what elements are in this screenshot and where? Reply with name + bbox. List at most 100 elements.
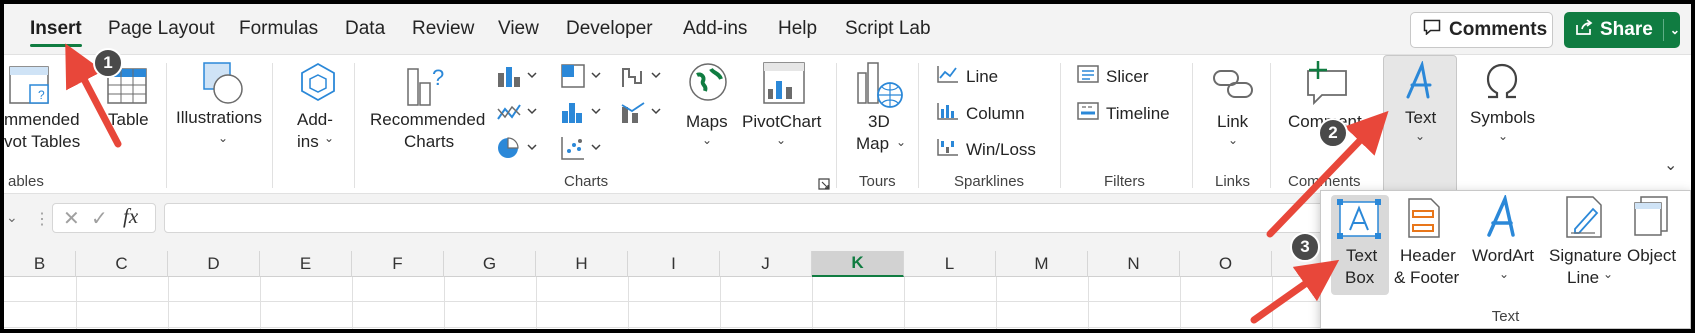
tab-script-lab[interactable]: Script Lab <box>845 18 931 40</box>
timeline-button[interactable]: Timeline <box>1076 101 1170 126</box>
recommended-charts-icon[interactable]: ? <box>404 61 452 114</box>
pivotchart-label: PivotChart <box>742 112 822 131</box>
sparkline-line-button[interactable]: Line <box>936 64 998 89</box>
dialog-launcher-icon[interactable] <box>818 177 830 195</box>
header-footer-label-1: Header <box>1400 246 1456 265</box>
sparkline-column-button[interactable]: Column <box>936 101 1025 126</box>
link-icon[interactable] <box>1212 67 1256 106</box>
column-header[interactable]: L <box>904 251 996 277</box>
statistic-chart-icon[interactable] <box>560 99 604 130</box>
comments-group-label: Comments <box>1288 173 1361 190</box>
chevron-down-icon[interactable]: ⌄ <box>1670 23 1680 37</box>
col-line <box>260 277 261 329</box>
waterfall-chart-icon[interactable] <box>620 63 664 94</box>
col-line <box>996 277 997 329</box>
column-header[interactable]: J <box>720 251 812 277</box>
pivotchart-icon[interactable] <box>762 61 808 112</box>
column-header[interactable]: C <box>76 251 168 277</box>
illustrations-label: Illustrations <box>176 108 262 127</box>
share-divider <box>1662 19 1664 41</box>
tab-page-layout[interactable]: Page Layout <box>108 18 215 40</box>
chevron-down-icon[interactable]: ⌄ <box>324 131 334 145</box>
column-header[interactable]: G <box>444 251 536 277</box>
text-group-label: Text <box>1491 308 1520 325</box>
header-footer-label-2: & Footer <box>1394 268 1460 287</box>
slicer-button[interactable]: Slicer <box>1076 64 1149 89</box>
add-ins-label-1: Add- <box>297 110 333 129</box>
group-divider <box>354 63 355 188</box>
column-header-selected[interactable]: K <box>812 251 904 277</box>
recommended-pivottables-label-1: mmended <box>4 110 80 129</box>
signature-line-icon[interactable] <box>1565 195 1605 244</box>
column-header[interactable]: F <box>352 251 444 277</box>
column-header[interactable]: I <box>628 251 720 277</box>
column-header[interactable]: D <box>168 251 260 277</box>
collapse-ribbon-icon[interactable]: ⌄ <box>1664 155 1677 175</box>
maps-icon[interactable] <box>687 61 729 108</box>
new-comment-icon[interactable] <box>1304 59 1352 112</box>
header-footer-icon[interactable] <box>1407 197 1441 244</box>
3d-map-label-1: 3D <box>868 112 890 131</box>
tab-add-ins[interactable]: Add-ins <box>683 18 747 40</box>
wordart-label: WordArt <box>1472 246 1535 265</box>
wordart-icon[interactable] <box>1483 193 1523 244</box>
formula-buttons: ✕ ✓ fx <box>52 203 156 233</box>
column-header[interactable]: E <box>260 251 352 277</box>
active-tab-indicator <box>30 44 82 47</box>
column-header[interactable]: M <box>996 251 1088 277</box>
sparkline-winloss-button[interactable]: Win/Loss <box>936 137 1036 162</box>
combo-chart-icon[interactable] <box>620 99 664 130</box>
ribbon: ? mmended vot Tables Table ables Illustr… <box>4 54 1691 194</box>
col-line <box>352 277 353 329</box>
tab-data[interactable]: Data <box>345 18 385 40</box>
chevron-down-icon[interactable]: ⌄ <box>218 131 228 145</box>
share-button[interactable]: Share ⌄ <box>1564 12 1680 48</box>
column-chart-icon[interactable] <box>496 63 540 94</box>
hierarchy-chart-icon[interactable] <box>560 63 604 94</box>
tab-insert[interactable]: Insert <box>30 18 82 40</box>
object-icon[interactable] <box>1633 195 1671 242</box>
sparkline-winloss-label: Win/Loss <box>966 139 1036 159</box>
scatter-chart-icon[interactable] <box>560 135 604 166</box>
signature-line-label-1: Signature <box>1549 246 1622 265</box>
chevron-down-icon[interactable]: ⌄ <box>702 133 712 147</box>
comments-button[interactable]: Comments <box>1410 12 1553 48</box>
pie-chart-icon[interactable] <box>496 135 540 166</box>
tab-formulas[interactable]: Formulas <box>239 18 318 40</box>
omega-icon[interactable] <box>1482 61 1522 106</box>
cancel-icon[interactable]: ✕ <box>63 206 80 231</box>
charts-group-label: Charts <box>564 173 609 190</box>
sparkline-line-icon <box>936 64 960 89</box>
chevron-down-icon[interactable]: ⌄ <box>1228 133 1238 147</box>
timeline-label: Timeline <box>1106 103 1170 123</box>
group-divider <box>1192 63 1193 188</box>
column-header[interactable]: N <box>1088 251 1180 277</box>
enter-icon[interactable]: ✓ <box>91 206 108 231</box>
chevron-down-icon[interactable]: ⌄ <box>776 133 786 147</box>
tab-view[interactable]: View <box>498 18 539 40</box>
tab-review[interactable]: Review <box>412 18 474 40</box>
column-header[interactable]: H <box>536 251 628 277</box>
tab-help[interactable]: Help <box>778 18 817 40</box>
3d-map-icon[interactable] <box>854 61 904 116</box>
tab-developer[interactable]: Developer <box>566 18 653 40</box>
chevron-down-icon[interactable]: ⌄ <box>1499 267 1509 281</box>
chevron-down-icon[interactable]: ⌄ <box>1498 129 1508 143</box>
chevron-down-icon[interactable]: ⌄ <box>1603 267 1613 281</box>
chevron-down-icon[interactable]: ⌄ <box>896 135 906 149</box>
text-box-label-2: Box <box>1345 268 1375 287</box>
step-badge-1: 1 <box>93 48 123 78</box>
name-box-dropdown-icon[interactable]: ⌄ <box>6 209 18 226</box>
slicer-icon <box>1076 64 1100 89</box>
add-ins-icon[interactable] <box>296 61 340 110</box>
line-chart-icon[interactable] <box>496 99 540 130</box>
more-icon[interactable]: ⋮ <box>34 209 50 229</box>
column-header[interactable]: O <box>1180 251 1272 277</box>
shapes-icon[interactable] <box>200 61 246 112</box>
group-divider <box>836 63 837 188</box>
col-line <box>720 277 721 329</box>
sparkline-line-label: Line <box>966 66 999 86</box>
column-header[interactable]: B <box>4 251 76 277</box>
insert-function-button[interactable]: fx <box>123 204 138 229</box>
recommended-pivottables-icon[interactable]: ? <box>8 63 54 114</box>
